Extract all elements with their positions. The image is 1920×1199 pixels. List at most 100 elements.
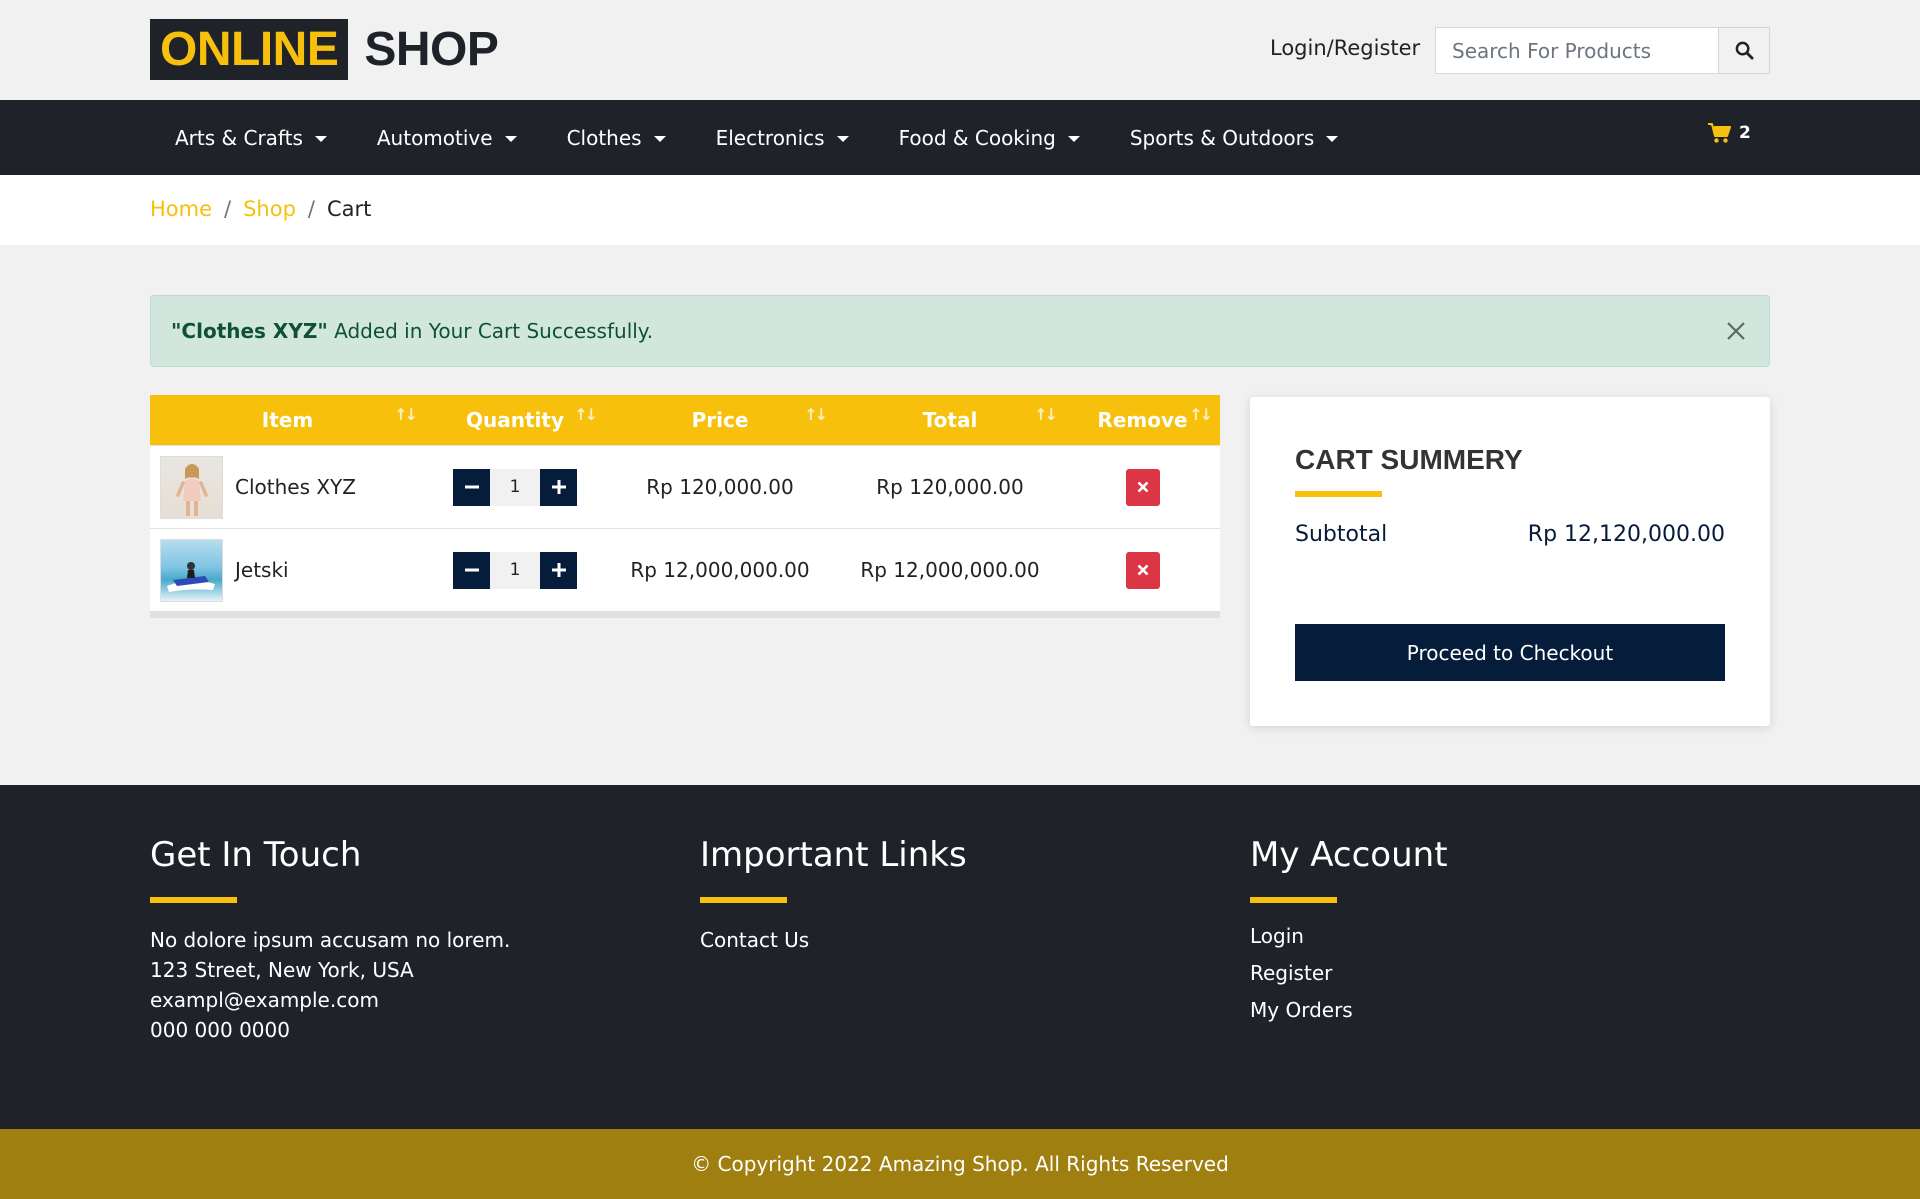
chevron-down-icon <box>653 135 666 142</box>
product-thumbnail <box>160 455 223 519</box>
column-header-quantity[interactable]: Quantity ↑↓ <box>425 395 605 445</box>
success-alert: "Clothes XYZ" Added in Your Cart Success… <box>150 295 1770 367</box>
logo-online-text: ONLINE <box>150 19 349 80</box>
plus-icon <box>551 563 566 577</box>
main-navbar: Arts & Crafts Automotive Clothes Electro… <box>0 100 1920 175</box>
quantity-cell <box>425 446 605 529</box>
sort-icon: ↑↓ <box>574 405 598 424</box>
price-cell: Rp 120,000.00 <box>646 475 794 499</box>
breadcrumb-home[interactable]: Home <box>150 197 212 221</box>
nav-item-label: Food & Cooking <box>898 125 1056 150</box>
footer-contact-title: Get In Touch <box>150 835 362 875</box>
chevron-down-icon <box>836 135 849 142</box>
column-header-label: Item <box>261 408 314 432</box>
cart-table: Item ↑↓ Quantity ↑↓ Price ↑↓ Total ↑↓ Remove… <box>150 395 1220 618</box>
nav-item-sports-outdoors[interactable]: Sports & Outdoors <box>1105 100 1364 175</box>
column-header-label: Total <box>922 408 978 432</box>
breadcrumb-current: Cart <box>327 197 372 221</box>
table-row: Clothes XYZ Rp 120,000.00 Rp 120,000.00 <box>150 445 1220 528</box>
title-underline <box>1295 491 1382 497</box>
product-name[interactable]: Clothes XYZ <box>235 475 356 499</box>
decrease-quantity-button[interactable] <box>453 468 490 506</box>
product-name[interactable]: Jetski <box>235 558 289 582</box>
nav-item-label: Clothes <box>566 125 642 150</box>
chevron-down-icon <box>314 135 327 142</box>
table-header: Item ↑↓ Quantity ↑↓ Price ↑↓ Total ↑↓ Remove… <box>150 395 1220 445</box>
quantity-input[interactable] <box>490 468 540 506</box>
footer-phone: 000 000 0000 <box>150 1018 290 1042</box>
sort-icon: ↑↓ <box>1034 405 1058 424</box>
search-form <box>1435 27 1770 74</box>
cart-summary-title: CART SUMMERY <box>1295 444 1523 475</box>
remove-item-button[interactable] <box>1125 551 1160 589</box>
product-thumbnail <box>160 538 223 602</box>
proceed-to-checkout-button[interactable]: Proceed to Checkout <box>1295 624 1725 681</box>
logo-shop-text: SHOP <box>364 23 499 76</box>
search-button[interactable] <box>1718 28 1769 73</box>
copyright-bar: © Copyright 2022 Amazing Shop. All Right… <box>0 1129 1920 1199</box>
nav-item-arts-crafts[interactable]: Arts & Crafts <box>150 100 352 175</box>
logo[interactable]: ONLINE SHOP <box>150 19 499 80</box>
sort-icon: ↑↓ <box>1189 405 1213 424</box>
alert-product-name: "Clothes XYZ" <box>171 319 328 343</box>
footer-account-title: My Account <box>1250 835 1448 875</box>
breadcrumb-separator: / <box>224 197 232 221</box>
login-register-link[interactable]: Login/Register <box>1270 36 1420 60</box>
footer-links-title: Important Links <box>700 835 967 875</box>
top-header: ONLINE SHOP Login/Register <box>0 0 1920 100</box>
footer-link-register[interactable]: Register <box>1250 955 1448 992</box>
footer-link-login[interactable]: Login <box>1250 918 1448 955</box>
table-row: Jetski Rp 12,000,000.00 Rp 12,000,000.00 <box>150 528 1220 611</box>
column-header-total[interactable]: Total ↑↓ <box>835 395 1065 445</box>
minus-icon <box>464 568 479 572</box>
column-header-remove[interactable]: Remove ↑↓ <box>1065 395 1220 445</box>
item-cell: Clothes XYZ <box>150 446 425 529</box>
remove-item-button[interactable] <box>1125 468 1160 506</box>
title-underline <box>1250 897 1337 903</box>
copyright-text: © Copyright 2022 Amazing Shop. All Right… <box>691 1152 1229 1176</box>
chevron-down-icon <box>1067 135 1080 142</box>
footer-link-my-orders[interactable]: My Orders <box>1250 992 1448 1029</box>
nav-item-automotive[interactable]: Automotive <box>352 100 542 175</box>
quantity-input[interactable] <box>490 551 540 589</box>
footer-address: 123 Street, New York, USA <box>150 958 414 982</box>
column-header-item[interactable]: Item ↑↓ <box>150 395 425 445</box>
nav-item-food-cooking[interactable]: Food & Cooking <box>874 100 1105 175</box>
column-header-price[interactable]: Price ↑↓ <box>605 395 835 445</box>
column-header-label: Price <box>691 408 749 432</box>
increase-quantity-button[interactable] <box>540 468 577 506</box>
item-cell: Jetski <box>150 529 425 612</box>
plus-icon <box>551 480 566 494</box>
total-cell: Rp 12,000,000.00 <box>860 558 1040 582</box>
close-icon[interactable] <box>1725 320 1747 342</box>
quantity-cell <box>425 529 605 612</box>
footer-link-contact-us[interactable]: Contact Us <box>700 925 967 955</box>
alert-message: Added in Your Cart Successfully. <box>327 319 654 343</box>
nav-item-label: Sports & Outdoors <box>1129 125 1315 150</box>
increase-quantity-button[interactable] <box>540 551 577 589</box>
quantity-stepper <box>453 551 577 589</box>
cart-link[interactable]: 2 <box>1707 122 1751 144</box>
title-underline <box>150 897 237 903</box>
breadcrumb-bar: Home / Shop / Cart <box>0 175 1920 245</box>
product-image <box>167 561 215 592</box>
total-cell: Rp 120,000.00 <box>876 475 1024 499</box>
column-header-label: Remove <box>1097 408 1188 432</box>
remove-cell <box>1065 529 1220 612</box>
chevron-down-icon <box>1326 135 1339 142</box>
cart-summary-card: CART SUMMERY Subtotal Rp 12,120,000.00 P… <box>1250 397 1770 726</box>
search-input[interactable] <box>1436 28 1718 73</box>
remove-cell <box>1065 446 1220 529</box>
nav-item-electronics[interactable]: Electronics <box>691 100 874 175</box>
cart-count-badge: 2 <box>1739 123 1751 143</box>
nav-item-clothes[interactable]: Clothes <box>542 100 691 175</box>
minus-icon <box>464 485 479 489</box>
decrease-quantity-button[interactable] <box>453 551 490 589</box>
subtotal-value: Rp 12,120,000.00 <box>1527 522 1725 547</box>
breadcrumb: Home / Shop / Cart <box>150 197 371 221</box>
footer-contact-column: Get In Touch No dolore ipsum accusam no … <box>150 835 510 1045</box>
subtotal-label: Subtotal <box>1295 522 1388 547</box>
cart-icon <box>1708 123 1731 143</box>
breadcrumb-shop[interactable]: Shop <box>243 197 296 221</box>
product-image <box>176 463 208 516</box>
